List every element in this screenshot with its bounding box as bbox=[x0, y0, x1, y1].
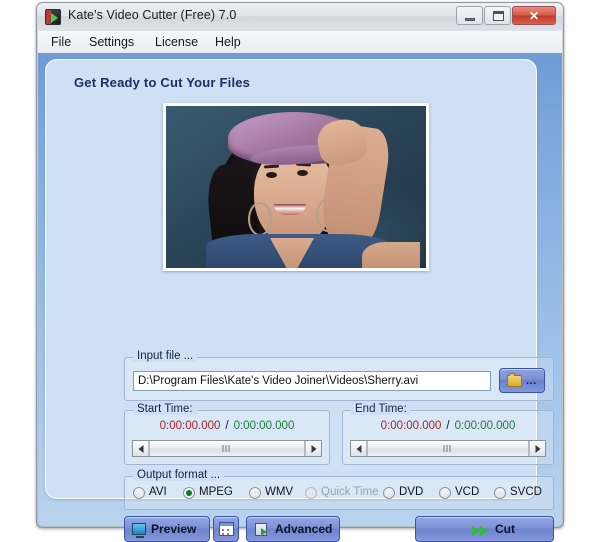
end-time-separator: / bbox=[446, 420, 450, 432]
menu-item-settings[interactable]: Settings bbox=[82, 34, 141, 51]
minimize-button[interactable] bbox=[456, 6, 483, 25]
radio-dvd-indicator bbox=[383, 487, 395, 499]
radio-quick-time-indicator bbox=[305, 487, 317, 499]
radio-svcd-indicator bbox=[494, 487, 506, 499]
title-bar[interactable]: Kate's Video Cutter (Free) 7.0 ✕ bbox=[37, 3, 563, 31]
start-time-group: Start Time: 0:00:00.000 / 0:00:00.000 bbox=[124, 403, 330, 465]
start-time-separator: / bbox=[225, 420, 229, 432]
main-panel: Get Ready to Cut Your Files Input file .… bbox=[45, 59, 554, 542]
start-time-scroll-thumb[interactable] bbox=[149, 441, 305, 456]
end-time-scroll-thumb[interactable] bbox=[367, 441, 529, 456]
options-dialog-button[interactable] bbox=[213, 516, 239, 542]
advanced-button-label: Advanced bbox=[275, 522, 333, 536]
maximize-icon bbox=[493, 11, 504, 21]
video-frame-image bbox=[166, 106, 426, 268]
end-time-current: 0:00:00.000 bbox=[380, 420, 442, 432]
browse-ellipsis: ... bbox=[526, 375, 537, 387]
maximize-button[interactable] bbox=[484, 6, 511, 25]
end-time-scroll-left-arrow[interactable] bbox=[351, 441, 367, 456]
browse-file-button[interactable]: ... bbox=[499, 368, 545, 393]
cut-button-label: Cut bbox=[495, 522, 515, 536]
cut-button[interactable]: Cut bbox=[415, 516, 554, 542]
radio-dvd-label: DVD bbox=[399, 486, 424, 498]
application-window: Kate's Video Cutter (Free) 7.0 ✕ File Se… bbox=[36, 2, 564, 542]
radio-avi-label: AVI bbox=[149, 486, 167, 498]
radio-vcd-indicator bbox=[439, 487, 451, 499]
radio-avi-indicator bbox=[133, 487, 145, 499]
end-time-label: End Time: bbox=[351, 403, 411, 415]
radio-wmv-label: WMV bbox=[265, 486, 294, 498]
start-time-values: 0:00:00.000 / 0:00:00.000 bbox=[125, 420, 329, 432]
video-preview-thumbnail[interactable] bbox=[163, 103, 429, 271]
start-time-current: 0:00:00.000 bbox=[159, 420, 221, 432]
radio-wmv-indicator bbox=[249, 487, 261, 499]
start-time-label: Start Time: bbox=[133, 403, 197, 415]
close-icon: ✕ bbox=[528, 8, 540, 23]
start-time-scrollbar[interactable] bbox=[132, 440, 322, 457]
end-time-values: 0:00:00.000 / 0:00:00.000 bbox=[343, 420, 553, 432]
output-format-label: Output format ... bbox=[133, 469, 225, 481]
input-file-label: Input file ... bbox=[133, 350, 198, 362]
end-time-total: 0:00:00.000 bbox=[454, 420, 516, 432]
menu-item-license[interactable]: License bbox=[148, 34, 205, 51]
start-time-total: 0:00:00.000 bbox=[233, 420, 295, 432]
radio-mpeg-label: MPEG bbox=[199, 486, 233, 498]
input-file-path-field[interactable]: D:\Program Files\Kate's Video Joiner\Vid… bbox=[133, 371, 491, 391]
input-file-group: Input file ... D:\Program Files\Kate's V… bbox=[124, 350, 554, 401]
monitor-icon bbox=[132, 523, 146, 538]
preview-button-label: Preview bbox=[151, 522, 197, 536]
end-time-scrollbar[interactable] bbox=[350, 440, 546, 457]
radio-quick-time-label: Quick Time bbox=[321, 486, 379, 498]
start-time-scroll-right-arrow[interactable] bbox=[305, 441, 321, 456]
end-time-group: End Time: 0:00:00.000 / 0:00:00.000 bbox=[342, 403, 554, 465]
minimize-icon bbox=[465, 18, 475, 21]
radio-svcd-label: SVCD bbox=[510, 486, 542, 498]
menu-item-help[interactable]: Help bbox=[208, 34, 248, 51]
preview-button[interactable]: Preview bbox=[124, 516, 210, 542]
window-body: Get Ready to Cut Your Files Input file .… bbox=[38, 53, 562, 542]
close-button[interactable]: ✕ bbox=[512, 6, 556, 25]
app-icon bbox=[45, 9, 61, 25]
start-time-scroll-left-arrow[interactable] bbox=[133, 441, 149, 456]
advanced-button[interactable]: Advanced bbox=[246, 516, 340, 542]
menu-bar: File Settings License Help bbox=[38, 31, 562, 54]
output-format-group: Output format ... AVI MPEG WMV Quick Tim… bbox=[124, 469, 554, 510]
menu-item-file[interactable]: File bbox=[44, 34, 78, 51]
page-title: Get Ready to Cut Your Files bbox=[74, 75, 251, 90]
radio-mpeg-indicator bbox=[183, 487, 195, 499]
window-title: Kate's Video Cutter (Free) 7.0 bbox=[68, 8, 237, 22]
end-time-scroll-right-arrow[interactable] bbox=[529, 441, 545, 456]
radio-vcd-label: VCD bbox=[455, 486, 480, 498]
folder-icon bbox=[507, 373, 522, 387]
